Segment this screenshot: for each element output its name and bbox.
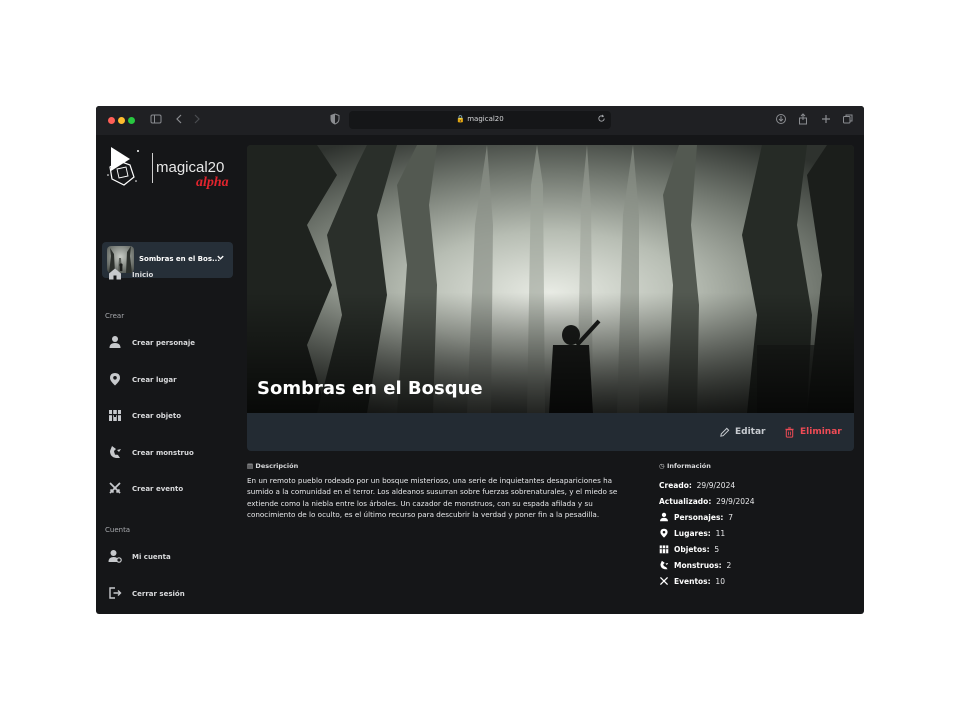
downloads-icon[interactable] (775, 113, 787, 125)
logout-icon (109, 587, 122, 599)
crossed-swords-icon (109, 482, 121, 494)
home-icon (109, 268, 121, 280)
treasure-chest-icon (659, 545, 669, 554)
tab-overview-icon[interactable] (842, 113, 854, 125)
wizard-die-logo-icon (107, 147, 139, 186)
monster-claw-icon (110, 446, 121, 458)
monster-claw-icon (660, 560, 669, 570)
sidebar-item-label: Crear monstruo (132, 449, 194, 457)
new-tab-icon[interactable] (820, 113, 832, 125)
edit-button-label: Editar (735, 427, 766, 437)
url-text: 🔒 magical20 (456, 115, 504, 123)
sidebar-item-label: Crear lugar (132, 376, 177, 384)
page-title: Sombras en el Bosque (257, 378, 483, 399)
sidebar: magical20 alpha Sombras en el Bos... Ini… (96, 135, 243, 614)
map-pin-icon (660, 528, 668, 538)
adventure-title: Sombras en el Bos... (139, 255, 220, 263)
logo-divider (152, 153, 153, 183)
section-label-create: Crear (105, 312, 125, 320)
treasure-chest-icon (109, 410, 121, 421)
section-label-account: Cuenta (105, 526, 131, 534)
browser-toolbar: 🔒 magical20 (96, 106, 864, 135)
sidebar-item-label: Crear personaje (132, 339, 195, 347)
delete-button-label: Eliminar (800, 427, 842, 437)
sidebar-toggle-icon[interactable] (150, 113, 162, 125)
trash-icon (785, 427, 794, 438)
share-icon[interactable] (797, 113, 809, 125)
address-bar[interactable]: 🔒 magical20 (349, 111, 611, 129)
sidebar-item-label: Cerrar sesión (132, 590, 185, 598)
sidebar-item-label: Mi cuenta (132, 553, 171, 561)
browser-window: 🔒 magical20 magical20 alpha Sombras en e… (96, 106, 864, 614)
map-pin-icon (110, 373, 120, 386)
description-heading: ▤ Descripción (247, 462, 299, 470)
close-window-button[interactable] (108, 117, 115, 124)
user-settings-icon (108, 550, 122, 563)
sidebar-item-label: Inicio (132, 271, 154, 279)
document-icon: ▤ (247, 462, 254, 470)
lock-icon: 🔒 (456, 115, 465, 123)
logo-wordmark: magical20 (156, 159, 225, 176)
back-icon[interactable] (174, 113, 184, 125)
person-icon (660, 512, 668, 522)
minimize-window-button[interactable] (118, 117, 125, 124)
sidebar-item-label: Crear objeto (132, 412, 182, 420)
info-heading: ◷ Información (659, 462, 711, 470)
logo-tagline: alpha (196, 175, 229, 190)
privacy-shield-icon[interactable] (330, 113, 340, 125)
sidebar-item-label: Crear evento (132, 485, 184, 493)
adventure-cover-image: Sombras en el Bosque (247, 145, 854, 413)
description-text: En un remoto pueblo rodeado por un bosqu… (247, 476, 618, 520)
app-logo[interactable]: magical20 alpha (106, 145, 236, 195)
pencil-icon (720, 427, 730, 437)
action-bar: Editar Eliminar (247, 413, 854, 451)
chevron-down-icon (217, 255, 224, 260)
forward-icon[interactable] (192, 113, 202, 125)
maximize-window-button[interactable] (128, 117, 135, 124)
clock-icon: ◷ (659, 462, 665, 470)
reload-icon[interactable] (597, 114, 606, 123)
person-icon (109, 336, 121, 348)
crossed-swords-icon (659, 576, 669, 586)
forest-scene-image (247, 145, 854, 413)
